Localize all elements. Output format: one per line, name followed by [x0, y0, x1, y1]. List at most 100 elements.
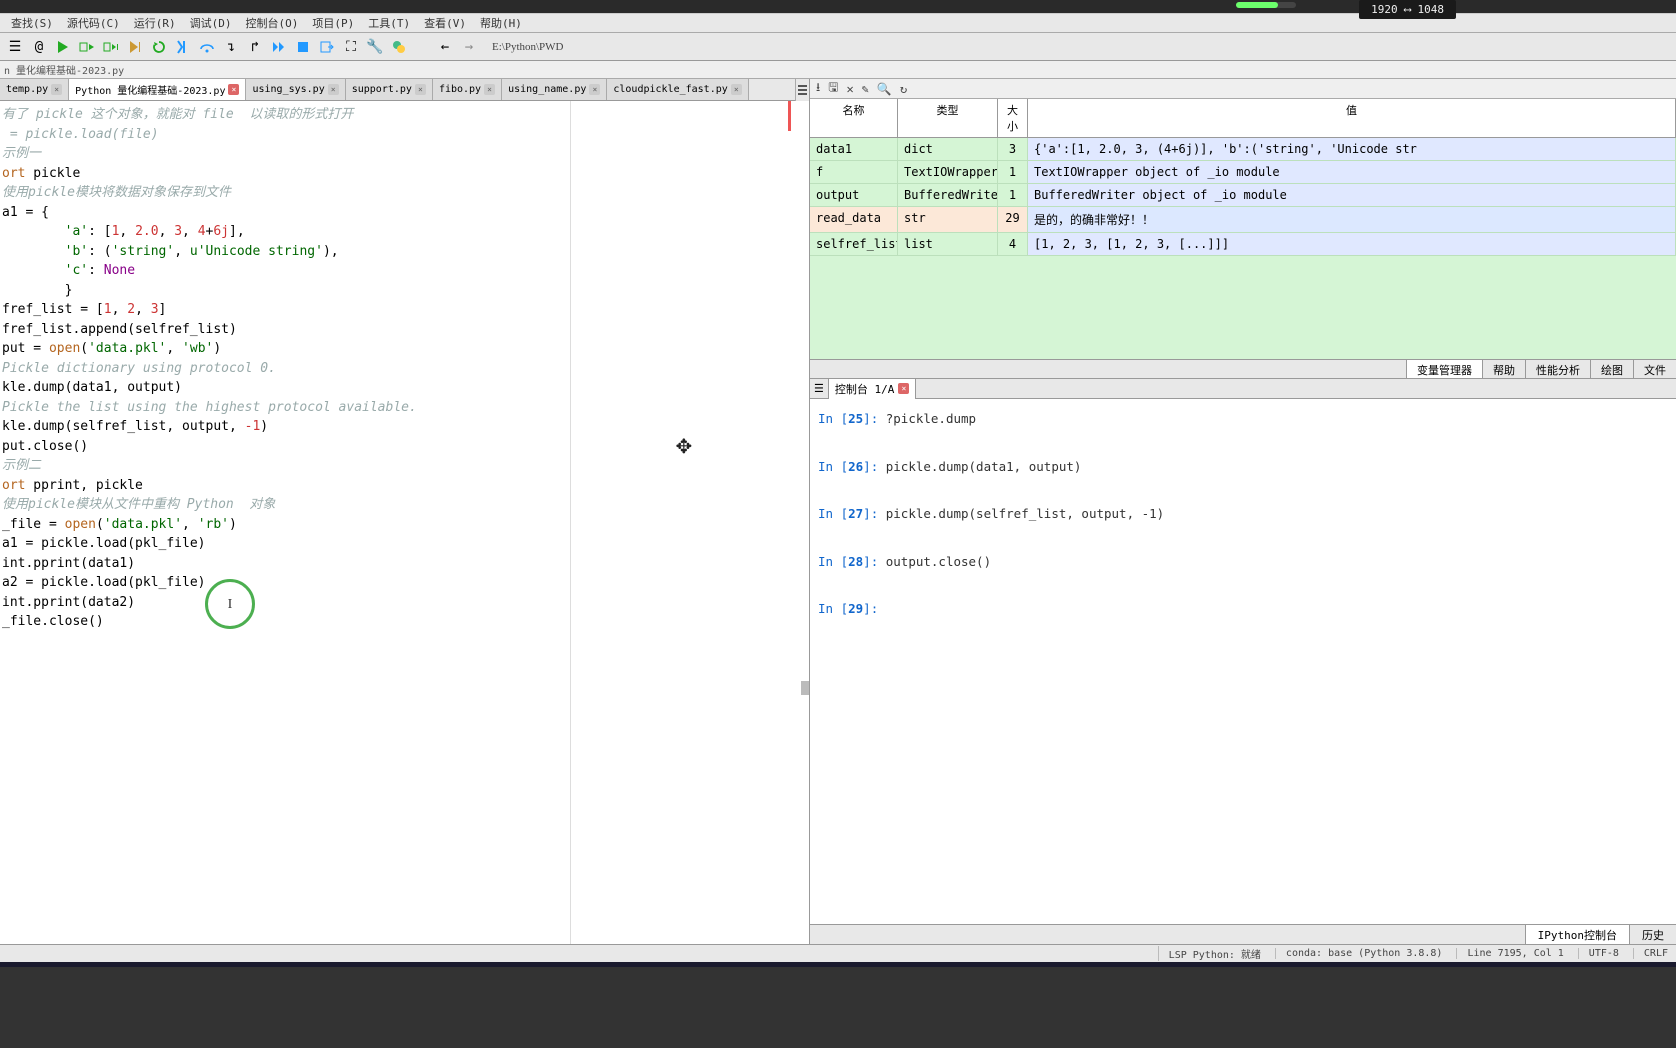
code-line: 使用pickle模块从文件中重构 Python 对象 [0, 495, 809, 515]
reload-icon[interactable] [148, 36, 170, 58]
var-row[interactable]: read_datastr29是的，的确非常好！！ [810, 207, 1676, 233]
close-icon[interactable]: × [484, 84, 495, 95]
code-line: a2 = pickle.load(pkl_file) [0, 573, 809, 593]
right-tabs: 变量管理器帮助性能分析绘图文件 [810, 359, 1676, 379]
code-line: ort pprint, pickle [0, 476, 809, 496]
run-icon[interactable] [52, 36, 74, 58]
editor-tab[interactable]: temp.py× [0, 79, 69, 100]
console-type-tab[interactable]: IPython控制台 [1525, 925, 1629, 944]
code-line: 'b': ('string', u'Unicode string'), [0, 242, 809, 262]
menu-item[interactable]: 源代码(C) [60, 15, 127, 31]
resolution-badge: 1920 ⟷ 1048 [1359, 0, 1456, 19]
run-selection-icon[interactable] [124, 36, 146, 58]
console-line: In [28]: output.close() [818, 550, 1668, 574]
exit-debug-icon[interactable] [316, 36, 338, 58]
var-row[interactable]: outputBufferedWriter1BufferedWriter obje… [810, 184, 1676, 207]
console-tab[interactable]: 控制台 1/A × [828, 378, 917, 400]
close-icon[interactable]: × [898, 383, 909, 394]
close-icon[interactable]: × [589, 84, 600, 95]
console-menu-icon[interactable]: ☰ [814, 382, 824, 395]
panel-tab[interactable]: 变量管理器 [1406, 360, 1482, 378]
editor-tab[interactable]: cloudpickle_fast.py× [607, 79, 748, 100]
settings-icon[interactable]: 🔧 [364, 36, 386, 58]
code-line: 示例一 [0, 144, 809, 164]
console-line: In [25]: ?pickle.dump [818, 407, 1668, 431]
code-line: fref_list = [1, 2, 3] [0, 300, 809, 320]
code-line: fref_list.append(selfref_list) [0, 320, 809, 340]
col-name[interactable]: 名称 [810, 99, 898, 137]
edit-var-icon[interactable]: ✎ [862, 82, 869, 96]
close-icon[interactable]: × [228, 84, 239, 95]
step-over-icon[interactable] [196, 36, 218, 58]
code-line: int.pprint(data1) [0, 554, 809, 574]
clear-var-icon[interactable]: ✕ [846, 82, 853, 96]
python-icon[interactable] [388, 36, 410, 58]
editor-tab[interactable]: Python 量化编程基础-2023.py× [69, 79, 246, 100]
code-editor[interactable]: ✥ I 有了 pickle 这个对象，就能对 file 以读取的形式打开 = p… [0, 101, 809, 944]
conda-env[interactable]: conda: base (Python 3.8.8) [1275, 948, 1443, 959]
menu-item[interactable]: 控制台(O) [239, 15, 306, 31]
encoding[interactable]: UTF-8 [1578, 948, 1619, 959]
col-value[interactable]: 值 [1028, 99, 1676, 137]
line-ending[interactable]: CRLF [1633, 948, 1668, 959]
cursor-pos[interactable]: Line 7195, Col 1 [1456, 948, 1563, 959]
search-icon[interactable]: 🔍 [877, 82, 892, 96]
forward-icon[interactable]: → [458, 36, 480, 58]
code-line: kle.dump(data1, output) [0, 378, 809, 398]
refresh-icon[interactable]: ↻ [900, 82, 907, 96]
toolbar: ☰ @ ↴ ↱ ⛶ 🔧 ← → E:\Python\PWD [0, 33, 1676, 61]
close-icon[interactable]: × [731, 84, 742, 95]
menu-item[interactable]: 调试(D) [183, 15, 239, 31]
menu-item[interactable]: 工具(T) [361, 15, 417, 31]
editor-tab[interactable]: support.py× [346, 79, 433, 100]
col-type[interactable]: 类型 [898, 99, 998, 137]
code-line: _file = open('data.pkl', 'rb') [0, 515, 809, 535]
close-icon[interactable]: × [328, 84, 339, 95]
menu-item[interactable]: 项目(P) [305, 15, 361, 31]
console-line: In [26]: pickle.dump(data1, output) [818, 455, 1668, 479]
open-menu-icon[interactable]: ☰ [4, 36, 26, 58]
panel-tab[interactable]: 帮助 [1482, 360, 1525, 378]
lsp-status[interactable]: LSP Python: 就绪 [1158, 946, 1261, 961]
step-out-icon[interactable]: ↱ [244, 36, 266, 58]
back-icon[interactable]: ← [434, 36, 456, 58]
step-into-icon[interactable]: ↴ [220, 36, 242, 58]
stop-icon[interactable] [292, 36, 314, 58]
console-tabs: ☰ 控制台 1/A × [810, 379, 1676, 399]
console-type-tab[interactable]: 历史 [1629, 925, 1676, 944]
menu-item[interactable]: 运行(R) [127, 15, 183, 31]
menu-item[interactable]: 帮助(H) [473, 15, 529, 31]
working-dir: E:\Python\PWD [492, 41, 564, 53]
continue-icon[interactable] [268, 36, 290, 58]
variable-explorer[interactable]: 名称 类型 大小 值 data1dict3{'a':[1, 2.0, 3, (4… [810, 99, 1676, 359]
var-row[interactable]: fTextIOWrapper1TextIOWrapper object of _… [810, 161, 1676, 184]
run-cell-icon[interactable] [76, 36, 98, 58]
panel-tab[interactable]: 绘图 [1590, 360, 1633, 378]
taskbar [0, 962, 1676, 967]
panel-tab[interactable]: 性能分析 [1525, 360, 1590, 378]
menu-item[interactable]: 查找(S) [4, 15, 60, 31]
close-icon[interactable]: × [51, 84, 62, 95]
import-icon[interactable]: ⭳ [816, 78, 820, 99]
titlebar: 1920 ⟷ 1048 [0, 0, 1676, 13]
code-line: 有了 pickle 这个对象，就能对 file 以读取的形式打开 [0, 105, 809, 125]
tabs-menu-icon[interactable] [795, 79, 809, 101]
breadcrumb: n 量化编程基础-2023.py [0, 61, 1676, 79]
run-cell-advance-icon[interactable] [100, 36, 122, 58]
panel-tab[interactable]: 文件 [1633, 360, 1676, 378]
editor-tab[interactable]: using_sys.py× [246, 79, 345, 100]
move-cursor-icon: ✥ [676, 426, 692, 465]
editor-tab[interactable]: using_name.py× [502, 79, 607, 100]
fullscreen-icon[interactable]: ⛶ [340, 36, 362, 58]
at-icon[interactable]: @ [28, 36, 50, 58]
save-var-icon[interactable]: 🖫 [828, 78, 838, 99]
col-size[interactable]: 大小 [998, 99, 1028, 137]
var-row[interactable]: selfref_listlist4[1, 2, 3, [1, 2, 3, [..… [810, 233, 1676, 256]
menu-item[interactable]: 查看(V) [417, 15, 473, 31]
debug-icon[interactable] [172, 36, 194, 58]
ipython-console[interactable]: In [25]: ?pickle.dump In [26]: pickle.dum… [810, 399, 1676, 924]
close-icon[interactable]: × [415, 84, 426, 95]
editor-tab[interactable]: fibo.py× [433, 79, 502, 100]
var-row[interactable]: data1dict3{'a':[1, 2.0, 3, (4+6j)], 'b':… [810, 138, 1676, 161]
minimap-thumb[interactable] [801, 681, 809, 695]
